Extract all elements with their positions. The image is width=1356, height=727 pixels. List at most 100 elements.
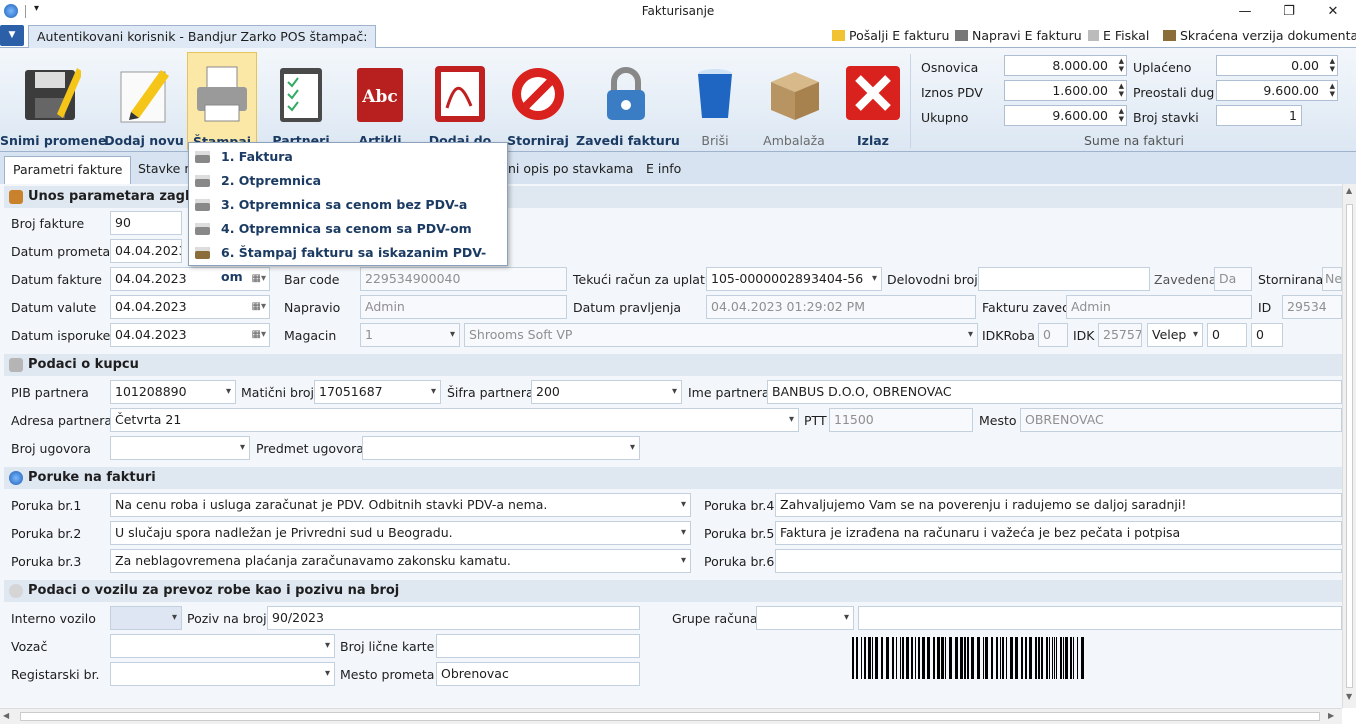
vat-amount-field[interactable]: 1.600.00 ▲ ▼ — [1004, 80, 1127, 101]
print-menu-delivery-note-with-vat[interactable]: 4. Otpremnica sa cenom sa PDV-om — [189, 217, 507, 241]
license-plate-select[interactable] — [110, 662, 335, 686]
cancel-invoice-button[interactable]: Storniraj — [500, 52, 576, 150]
idkroba-field[interactable]: 0 — [1038, 323, 1068, 347]
print-button[interactable]: Štampaj — [187, 52, 257, 150]
registered-by-field[interactable]: Admin — [1066, 295, 1252, 319]
packaging-button[interactable]: Ambalaža — [756, 52, 832, 150]
postal-code-field[interactable]: 11500 — [829, 408, 973, 432]
message-5-field[interactable]: Faktura je izrađena na računaru i važeća… — [775, 521, 1342, 545]
globe-icon — [9, 471, 23, 485]
printer-icon — [195, 199, 210, 211]
due-date-picker[interactable]: 04.04.2023 — [110, 295, 270, 319]
articles-button[interactable]: Abc Artikli — [340, 52, 420, 150]
horizontal-scrollbar[interactable]: ◀ ▶ — [0, 708, 1342, 724]
message-1-label: Poruka br.1 — [11, 498, 82, 513]
turnover-date-field[interactable]: 04.04.2023 — [110, 239, 182, 263]
partner-address-select[interactable]: Četvrta 21 — [110, 408, 799, 432]
delete-button[interactable]: Briši — [680, 52, 750, 150]
print-menu-delivery-note-no-vat[interactable]: 3. Otpremnica sa cenom bez PDV-a — [189, 193, 507, 217]
id-card-field[interactable] — [436, 634, 640, 658]
bar-code-label: Bar code — [284, 272, 340, 287]
created-by-field[interactable]: Admin — [360, 295, 567, 319]
cancelled-label: Stornirana — [1258, 272, 1324, 287]
print-menu-invoice[interactable]: 1. Faktura — [189, 145, 507, 169]
scroll-right-icon[interactable]: ▶ — [1328, 711, 1334, 720]
cancelled-field[interactable]: Ne — [1322, 267, 1342, 291]
message-3-select[interactable]: Za neblagovremena plaćanja zaračunavamo … — [110, 549, 691, 573]
app-menu-button[interactable]: ▼ — [0, 25, 24, 46]
tab-authenticated-user[interactable]: Autentikovani korisnik - Bandjur Zarko P… — [28, 25, 377, 49]
total-field[interactable]: 9.600.00 ▲ ▼ — [1004, 105, 1127, 126]
warehouse-select[interactable]: 1 — [360, 323, 460, 347]
register-invoice-button[interactable]: Zavedi fakturu — [576, 52, 680, 150]
scroll-up-icon[interactable]: ▲ — [1346, 186, 1352, 195]
partners-button[interactable]: Partneri — [262, 52, 340, 150]
message-6-field[interactable] — [775, 549, 1342, 573]
paid-field[interactable]: 0.00 ▲ ▼ — [1216, 55, 1338, 76]
create-einvoice-button[interactable]: Napravi E fakturu — [955, 27, 1082, 45]
warehouse-name-select[interactable]: Shrooms Soft VP — [464, 323, 978, 347]
minimize-button[interactable]: — — [1222, 0, 1268, 24]
place-of-sale-field[interactable]: Obrenovac — [436, 662, 640, 686]
message-1-select[interactable]: Na cenu roba i usluga zaračunat je PDV. … — [110, 493, 691, 517]
internal-vehicle-select[interactable] — [110, 606, 182, 630]
extra-field-1[interactable]: 0 — [1207, 323, 1247, 347]
h-scroll-thumb[interactable] — [20, 712, 1320, 721]
add-new-button[interactable]: Dodaj novu — [104, 52, 184, 150]
account-groups-select[interactable] — [756, 606, 854, 630]
message-4-field[interactable]: Zahvaljujemo Vam se na poverenju i raduj… — [775, 493, 1342, 517]
partner-name-field[interactable]: BANBUS D.O.O, OBRENOVAC — [767, 380, 1342, 404]
idk-field[interactable]: 25757 — [1098, 323, 1142, 347]
delivery-date-picker[interactable]: 04.04.2023 — [110, 323, 270, 347]
partner-code-select[interactable]: 200 — [531, 380, 682, 404]
title-bar: ▾ Fakturisanje — ❐ ✕ — [0, 0, 1356, 24]
scroll-left-icon[interactable]: ◀ — [3, 711, 9, 720]
city-field[interactable]: OBRENOVAC — [1020, 408, 1342, 432]
extra-field-2[interactable]: 0 — [1251, 323, 1283, 347]
print-menu-invoice-vat-shown[interactable]: 6. Štampaj fakturu sa iskazanim PDV-om — [189, 241, 507, 284]
no-entry-icon — [509, 62, 567, 124]
items-count-field[interactable]: 1 — [1216, 105, 1302, 126]
payment-reference-field[interactable]: 90/2023 — [267, 606, 640, 630]
base-amount-field[interactable]: 8.000.00 ▲ ▼ — [1004, 55, 1127, 76]
bar-code-field[interactable]: 229534900040 — [360, 267, 567, 291]
contract-number-select[interactable] — [110, 436, 250, 460]
driver-select[interactable] — [110, 634, 335, 658]
exit-button[interactable]: Izlaz — [836, 52, 910, 150]
due-date-label: Datum valute — [11, 300, 97, 315]
account-groups-field[interactable] — [858, 606, 1342, 630]
price-type-select[interactable]: Velep — [1147, 323, 1203, 347]
remaining-debt-field[interactable]: 9.600.00 ▲ ▼ — [1216, 80, 1338, 101]
print-menu-delivery-note[interactable]: 2. Otpremnica — [189, 169, 507, 193]
invoice-number-field[interactable]: 90 — [110, 211, 182, 235]
paid-label: Uplaćeno — [1133, 60, 1192, 75]
registered-field[interactable]: Da — [1214, 267, 1252, 291]
short-version-button[interactable]: Skraćena verzija dokumenta — [1163, 27, 1356, 45]
tab-e-info[interactable]: E info — [638, 156, 689, 184]
save-changes-button[interactable]: Snimi promene — [0, 52, 106, 150]
postal-code-label: PTT — [804, 413, 827, 428]
contract-subject-select[interactable] — [362, 436, 640, 460]
scroll-thumb[interactable] — [1346, 204, 1353, 688]
creation-date-field[interactable]: 04.04.2023 01:29:02 PM — [706, 295, 976, 319]
invoice-date-label: Datum fakture — [11, 272, 102, 287]
restore-button[interactable]: ❐ — [1266, 0, 1312, 24]
registration-number-select[interactable]: 17051687 — [314, 380, 441, 404]
send-einvoice-button[interactable]: Pošalji E fakturu — [832, 27, 949, 45]
turnover-date-label: Datum prometa — [11, 244, 111, 259]
registry-number-field[interactable] — [978, 267, 1150, 291]
license-plate-label: Registarski br. — [11, 667, 100, 682]
bank-account-select[interactable]: 105-0000002893404-56 — [706, 267, 882, 291]
message-2-select[interactable]: U slučaju spora nadležan je Privredni su… — [110, 521, 691, 545]
abc-book-icon: Abc — [351, 62, 409, 124]
partner-pib-select[interactable]: 101208890 — [110, 380, 236, 404]
efiscal-button[interactable]: E Fiskal — [1088, 27, 1149, 45]
tab-item-descriptions[interactable]: ni opis po stavkama — [500, 156, 641, 184]
invoice-date-picker[interactable]: 04.04.2023 — [110, 267, 270, 291]
vertical-scrollbar[interactable]: ▲ ▼ — [1342, 184, 1356, 708]
add-to-button[interactable]: Dodaj do — [420, 52, 500, 150]
id-field[interactable]: 29534 — [1282, 295, 1342, 319]
close-button[interactable]: ✕ — [1310, 0, 1356, 24]
tab-invoice-parameters[interactable]: Parametri fakture — [4, 156, 132, 184]
scroll-down-icon[interactable]: ▼ — [1346, 692, 1352, 701]
